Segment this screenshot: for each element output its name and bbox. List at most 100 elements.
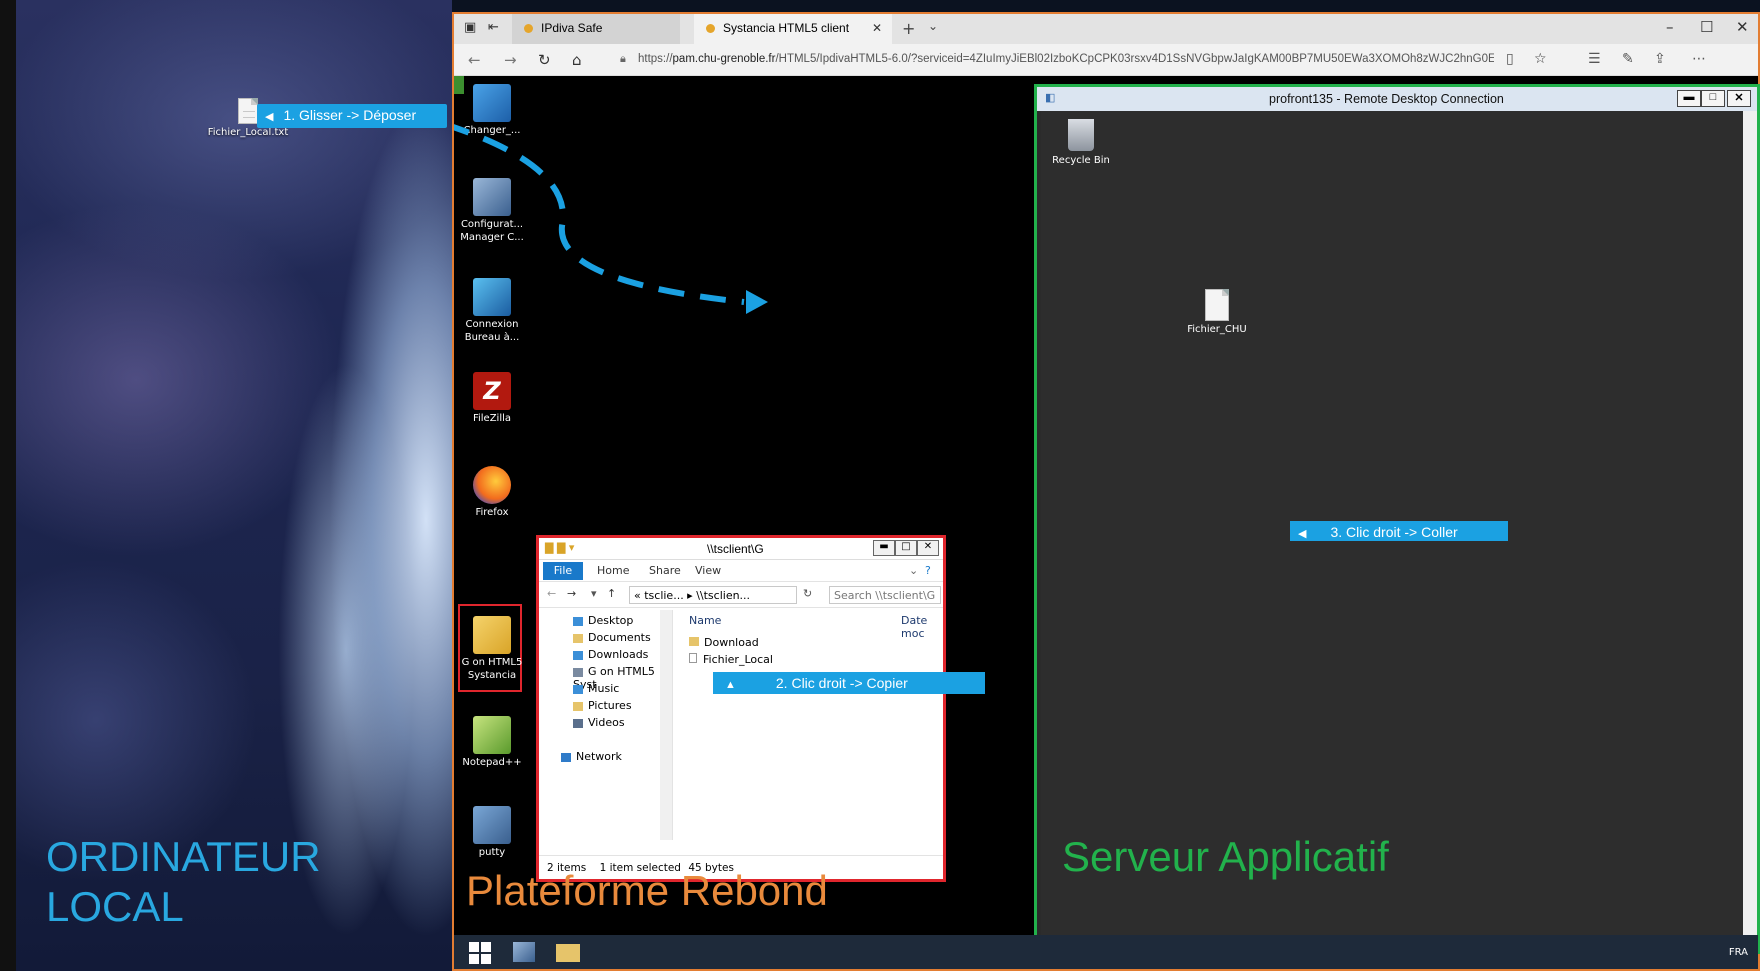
minimize-icon[interactable]: –: [1666, 18, 1674, 36]
explorer-minimize-icon[interactable]: ▬: [873, 540, 895, 556]
explorer-quick-access-icon[interactable]: ▇ ▇ ▾: [545, 541, 574, 554]
nav-label: Pictures: [588, 699, 632, 712]
desktop-icon-g-drive[interactable]: G on HTML5 Systancia: [460, 616, 524, 682]
list-item[interactable]: Fichier_Local: [689, 653, 773, 666]
tab-ipdiva-safe[interactable]: IPdiva Safe: [512, 14, 680, 44]
nav-item-desktop[interactable]: Desktop: [573, 614, 633, 627]
desktop-icon-fichier-chu[interactable]: Fichier_CHU: [1177, 289, 1257, 335]
desktop-icon-label: Recycle Bin: [1052, 155, 1110, 166]
recycle-bin-icon: [1068, 119, 1094, 151]
explorer-maximize-icon[interactable]: □: [895, 540, 917, 556]
rdp-maximize-icon[interactable]: □: [1701, 90, 1725, 107]
taskbar-file-explorer[interactable]: [548, 939, 588, 967]
pen-notes-icon[interactable]: ✎: [1622, 51, 1634, 67]
language-indicator[interactable]: FRA: [1729, 947, 1748, 958]
pictures-folder-icon: [573, 701, 583, 711]
url-host: pam.chu-grenoble.fr: [672, 53, 776, 65]
desktop-icon-recycle-bin[interactable]: Recycle Bin: [1041, 119, 1121, 166]
local-file-label: Fichier_Local.txt: [207, 127, 289, 138]
column-header-name[interactable]: Name: [689, 614, 721, 627]
explorer-up-icon[interactable]: ↑: [607, 587, 616, 600]
step3-callout: ◀ 3. Clic droit -> Coller: [1290, 521, 1508, 541]
explorer-search-placeholder: Search \\tsclient\G: [834, 589, 936, 602]
desktop-icon-label: FileZilla: [472, 413, 512, 424]
new-tab-icon[interactable]: +: [902, 19, 915, 38]
ribbon-expand-chevron-icon[interactable]: ⌄: [909, 564, 918, 577]
desktop-folder-icon: [573, 616, 583, 626]
close-window-icon[interactable]: ✕: [1736, 18, 1749, 36]
arrow-head-icon: [746, 290, 768, 314]
file-name: Download: [704, 636, 759, 649]
explorer-recent-chevron-icon[interactable]: ▾: [591, 587, 597, 600]
tab-manager-icon[interactable]: ▣: [464, 20, 476, 35]
tab-label: Systancia HTML5 client: [723, 21, 850, 35]
home-icon[interactable]: ⌂: [572, 51, 582, 69]
documents-folder-icon: [573, 633, 583, 643]
desktop-icon-firefox[interactable]: Firefox: [460, 466, 524, 520]
file-name: Fichier_Local: [703, 653, 773, 666]
favorite-star-icon[interactable]: ☆: [1534, 51, 1547, 67]
list-item[interactable]: Download: [689, 636, 759, 649]
more-icon[interactable]: ⋯: [1692, 51, 1706, 67]
desktop-icon-filezilla[interactable]: Z FileZilla: [460, 372, 524, 426]
tab-bar: ▣ ⇤ IPdiva Safe Systancia HTML5 client ✕…: [454, 14, 1758, 44]
rdp-close-icon[interactable]: ✕: [1727, 90, 1751, 107]
callout-arrow-icon: ◀: [265, 111, 274, 123]
ribbon-home-tab[interactable]: Home: [597, 564, 629, 577]
desktop-icon-notepadpp[interactable]: Notepad++: [460, 716, 524, 770]
refresh-icon[interactable]: ↻: [538, 51, 551, 69]
ribbon-share-tab[interactable]: Share: [649, 564, 681, 577]
nav-item-documents[interactable]: Documents: [573, 631, 651, 644]
favorites-hub-icon[interactable]: ☰: [1588, 51, 1601, 67]
share-icon[interactable]: ⇪: [1654, 51, 1666, 67]
step1-label: 1. Glisser -> Déposer: [283, 107, 417, 123]
rdp-vertical-scrollbar[interactable]: [1743, 111, 1757, 935]
nav-item-downloads[interactable]: Downloads: [573, 648, 648, 661]
nav-item-pictures[interactable]: Pictures: [573, 699, 632, 712]
set-aside-tabs-icon[interactable]: ⇤: [488, 20, 499, 35]
url-field[interactable]: https://pam.chu-grenoble.fr/HTML5/Ipdiva…: [614, 49, 1494, 71]
nav-scrollbar[interactable]: [660, 610, 672, 840]
explorer-back-icon[interactable]: ←: [547, 587, 556, 600]
back-icon[interactable]: ←: [468, 51, 481, 69]
folder-icon: [689, 637, 699, 646]
nav-label: Documents: [588, 631, 651, 644]
explorer-file-list: Name Date moc Download Fichier_Local: [675, 610, 943, 840]
start-button[interactable]: [460, 939, 500, 967]
zone-label-rebond: Plateforme Rebond: [466, 867, 828, 914]
file-explorer-icon: [556, 944, 580, 962]
nav-item-network[interactable]: Network: [561, 750, 622, 763]
taskbar-server-manager[interactable]: [504, 939, 544, 967]
explorer-close-icon[interactable]: ✕: [917, 540, 939, 556]
callout-arrow-icon: ◀: [1298, 528, 1307, 540]
tab-preview-chevron-icon[interactable]: ⌄: [928, 19, 938, 33]
explorer-refresh-icon[interactable]: ↻: [803, 587, 812, 600]
maximize-icon[interactable]: ☐: [1700, 18, 1713, 36]
browser-window: ▣ ⇤ IPdiva Safe Systancia HTML5 client ✕…: [452, 12, 1760, 971]
tab-systancia[interactable]: Systancia HTML5 client ✕: [694, 14, 892, 44]
ribbon-view-tab[interactable]: View: [695, 564, 721, 577]
nav-item-music[interactable]: Music: [573, 682, 619, 695]
videos-folder-icon: [573, 718, 583, 728]
help-icon[interactable]: ?: [925, 564, 931, 577]
column-header-date[interactable]: Date moc: [901, 614, 943, 640]
nav-label: Downloads: [588, 648, 649, 661]
forward-icon[interactable]: →: [504, 51, 517, 69]
zone-label-local: ORDINATEUR LOCAL: [46, 832, 321, 933]
explorer-search-field[interactable]: Search \\tsclient\G: [829, 586, 941, 604]
desktop-icon-putty[interactable]: putty: [460, 806, 524, 860]
explorer-path-field[interactable]: « tsclie... ▸ \\tsclien...: [629, 586, 797, 604]
explorer-forward-icon[interactable]: →: [567, 587, 576, 600]
callout-arrow-icon: ▲: [725, 679, 736, 691]
reading-view-icon[interactable]: ▯: [1506, 51, 1514, 67]
rdp-minimize-icon[interactable]: ▬: [1677, 90, 1701, 107]
ribbon-file-tab[interactable]: File: [543, 562, 583, 580]
explorer-titlebar: ▇ ▇ ▾ \\tsclient\G ▬ □ ✕: [539, 538, 943, 560]
tab-close-icon[interactable]: ✕: [872, 21, 882, 35]
zone-local-line2: LOCAL: [46, 883, 184, 931]
dashed-path: [454, 124, 745, 305]
nav-label: Music: [588, 682, 620, 695]
nav-item-videos[interactable]: Videos: [573, 716, 625, 729]
desktop-icon-label: putty: [478, 847, 506, 858]
network-icon: [561, 752, 571, 762]
